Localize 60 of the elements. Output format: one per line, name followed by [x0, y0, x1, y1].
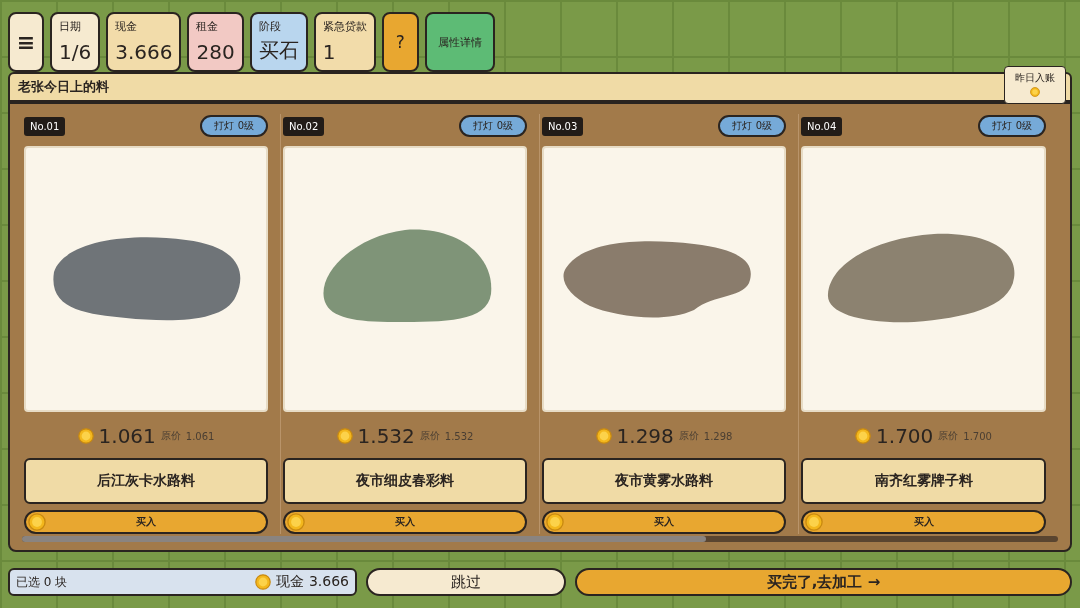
original-price: 1.298 — [703, 430, 733, 442]
number-tag: No.01 — [24, 116, 66, 136]
selected-count: 已选 0 块 — [16, 573, 68, 591]
coin-icon — [805, 513, 823, 532]
original-price-label: 原价 — [160, 429, 181, 444]
coin-icon — [855, 428, 872, 445]
scrollbar-track[interactable] — [22, 536, 1058, 543]
buy-button[interactable]: 买入 — [801, 510, 1046, 535]
coin-icon — [546, 513, 564, 532]
stat-label: 阶段 — [258, 19, 282, 34]
coin-icon — [336, 428, 353, 445]
skip-button[interactable]: 跳过 — [366, 568, 566, 596]
number-tag: No.03 — [542, 116, 584, 136]
price: 1.298 — [616, 424, 674, 449]
stat-value: 3.666 — [115, 40, 173, 64]
light-button[interactable]: 打灯 0级 — [718, 115, 786, 138]
original-price-label: 原价 — [938, 429, 959, 444]
original-price: 1.532 — [444, 430, 474, 442]
coin-icon — [287, 513, 305, 532]
buy-button[interactable]: 买入 — [24, 510, 268, 535]
light-button[interactable]: 打灯 0级 — [459, 115, 527, 138]
coin-icon — [1030, 87, 1040, 97]
banner-title: 老张今日上的料 — [18, 78, 109, 97]
light-button[interactable]: 打灯 0级 — [978, 115, 1046, 138]
stat-value: 280 — [196, 40, 235, 64]
coin-icon — [595, 428, 612, 445]
number-tag: No.02 — [283, 116, 325, 136]
stat-value: 买石 — [258, 37, 299, 64]
buy-button[interactable]: 买入 — [283, 510, 527, 535]
menu-button[interactable]: ≡ — [8, 12, 44, 72]
coin-icon — [28, 513, 46, 532]
stat-label: 紧急贷款 — [322, 19, 367, 34]
stone-name-button[interactable]: 后江灰卡水路料 — [24, 458, 268, 505]
stat-value: 1 — [322, 40, 337, 64]
original-price-label: 原价 — [678, 429, 699, 444]
stat-label: 现金 — [115, 19, 139, 34]
stat-label: 日期 — [59, 19, 82, 34]
pinned-note[interactable]: 昨日入账 — [1004, 66, 1066, 104]
stone-name-button[interactable]: 南齐红雾牌子料 — [801, 458, 1046, 505]
stone-name-button[interactable]: 夜市细皮春彩料 — [283, 458, 527, 505]
details-button[interactable]: 属性详情 — [424, 12, 495, 72]
original-price-label: 原价 — [419, 429, 440, 444]
stat-label: 租金 — [196, 19, 220, 34]
coin-icon — [255, 574, 272, 591]
number-tag: No.04 — [801, 116, 843, 136]
original-price: 1.061 — [185, 430, 215, 442]
scrollbar-thumb[interactable] — [22, 536, 706, 543]
proceed-button[interactable]: 买完了,去加工 → — [575, 568, 1072, 596]
light-button[interactable]: 打灯 0级 — [200, 115, 268, 138]
original-price: 1.700 — [963, 430, 992, 442]
cash-amount: 现金 3.666 — [276, 573, 349, 592]
price: 1.061 — [98, 424, 156, 449]
stat-value: 1/6 — [59, 40, 92, 64]
help-button[interactable]: ? — [381, 12, 419, 72]
price: 1.700 — [876, 424, 934, 449]
price: 1.532 — [357, 424, 415, 449]
coin-icon — [77, 428, 94, 445]
note-text: 昨日入账 — [1015, 71, 1055, 85]
buy-button[interactable]: 买入 — [542, 510, 786, 535]
stone-name-button[interactable]: 夜市黄雾水路料 — [542, 458, 786, 505]
